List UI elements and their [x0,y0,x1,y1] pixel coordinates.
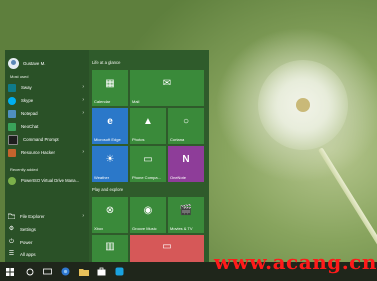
system-label: Power [20,240,33,245]
tile-calendar[interactable]: ▦ Calendar [92,70,128,106]
tile-weather[interactable]: ☀ Weather [92,146,128,182]
app-label: PowerISO Virtual Drive Mana... [21,178,80,183]
resource-hacker-icon [8,148,16,157]
tile-label: Mail [132,99,140,104]
store-icon[interactable] [94,264,109,279]
sway-icon [8,83,16,92]
neochat-icon [8,122,16,131]
system-label: All apps [20,252,36,257]
tile-news[interactable]: ▭ [130,235,204,262]
watermark: www.acang.cn [214,250,377,274]
news-icon: ▭ [162,241,172,252]
system-label: File Explorer [20,214,45,219]
tile-phone-companion[interactable]: ▭ Phone Compa... [130,146,166,182]
most-used-label: Most used [10,74,29,79]
chevron-right-icon[interactable]: › [82,84,84,90]
gear-icon: ⚙ [8,226,15,232]
app-item-resource-hacker[interactable]: Resource Hacker › [8,147,88,158]
file-explorer-button[interactable]: File Explorer › [7,211,88,222]
app-label: NeoChat [21,124,39,129]
tile-label: OneNote [170,175,187,180]
movies-icon: 🎬 [179,205,193,216]
tile-label: Phone Compa... [132,175,161,180]
poweriso-icon [8,176,16,185]
user-account[interactable]: Gustave M. [8,56,45,70]
app-label: Command Prompt [23,137,59,142]
mail-icon: ✉ [162,78,172,89]
weather-icon: ☀ [105,154,115,165]
calendar-icon: ▦ [105,78,115,89]
all-apps-icon: ☰ [8,251,15,257]
tile-label: Microsoft Edge [94,137,121,142]
skype-icon [8,96,16,105]
tile-photos[interactable]: ▲ Photos [130,108,166,144]
groove-music-icon: ◉ [143,205,153,216]
folder-icon [7,213,16,220]
tile-movies-tv[interactable]: 🎬 Movies & TV [168,197,204,233]
dandelion-core [296,98,310,112]
tile-microsoft-edge[interactable]: e Microsoft Edge [92,108,128,144]
all-apps-button[interactable]: ☰ All apps [8,249,88,260]
tile-cortana[interactable]: ○ Cortana [168,108,204,144]
tile-groove-music[interactable]: ◉ Groove Music [130,197,166,233]
start-menu: Gustave M. Most used Sway › Skype › Note… [5,50,209,262]
cortana-icon: ○ [182,116,190,127]
power-icon: ⏻ [9,239,14,245]
skype-icon[interactable] [112,264,127,279]
tile-label: Cortana [170,137,185,142]
tile-money[interactable]: ▥ [92,235,128,262]
tile-label: Xbox [94,226,104,231]
tile-label: Weather [94,175,110,180]
search-icon[interactable] [22,264,37,279]
chevron-right-icon[interactable]: › [82,97,84,103]
photos-icon: ▲ [143,116,153,127]
xbox-icon: ⊗ [105,205,115,216]
app-label: Resource Hacker [21,150,55,155]
recently-added-label: Recently added [10,167,38,172]
chevron-right-icon[interactable]: › [82,110,84,116]
app-item-notepad[interactable]: Notepad › [8,108,88,119]
app-item-skype[interactable]: Skype › [8,95,88,106]
browser-icon[interactable] [58,264,73,279]
power-button[interactable]: ⏻ Power [8,237,88,248]
tile-group-label: Life at a glance [92,60,121,65]
tile-onenote[interactable]: N OneNote [168,146,204,182]
tile-label: Calendar [94,99,111,104]
app-item-command-prompt[interactable]: Command Prompt [8,134,88,145]
command-prompt-icon [8,134,18,145]
chevron-right-icon[interactable]: › [82,213,84,219]
chart-icon: ▥ [105,241,115,252]
app-item-sway[interactable]: Sway › [8,82,88,93]
tile-mail[interactable]: ✉ Mail [130,70,204,106]
tile-label: Groove Music [132,226,157,231]
app-label: Skype [21,98,34,103]
app-label: Notepad [21,111,38,116]
start-left-pane: Gustave M. Most used Sway › Skype › Note… [5,50,89,262]
edge-icon: e [107,116,113,127]
app-label: Sway [21,85,32,90]
avatar [8,57,19,69]
phone-companion-icon: ▭ [143,154,153,165]
tile-group-label: Play and explore [92,187,124,192]
tile-xbox[interactable]: ⊗ Xbox [92,197,128,233]
tile-label: Movies & TV [170,226,193,231]
file-explorer-icon[interactable] [76,264,91,279]
windows-start-icon[interactable] [2,264,17,279]
user-name: Gustave M. [23,60,46,66]
app-item-poweriso[interactable]: PowerISO Virtual Drive Mana... [8,175,88,186]
app-item-neochat[interactable]: NeoChat [8,121,88,132]
settings-button[interactable]: ⚙ Settings [8,224,88,235]
onenote-icon: N [182,154,190,165]
tile-label: Photos [132,137,145,142]
system-label: Settings [20,227,36,232]
task-view-icon[interactable] [40,264,55,279]
notepad-icon [8,109,16,118]
chevron-right-icon[interactable]: › [82,149,84,155]
